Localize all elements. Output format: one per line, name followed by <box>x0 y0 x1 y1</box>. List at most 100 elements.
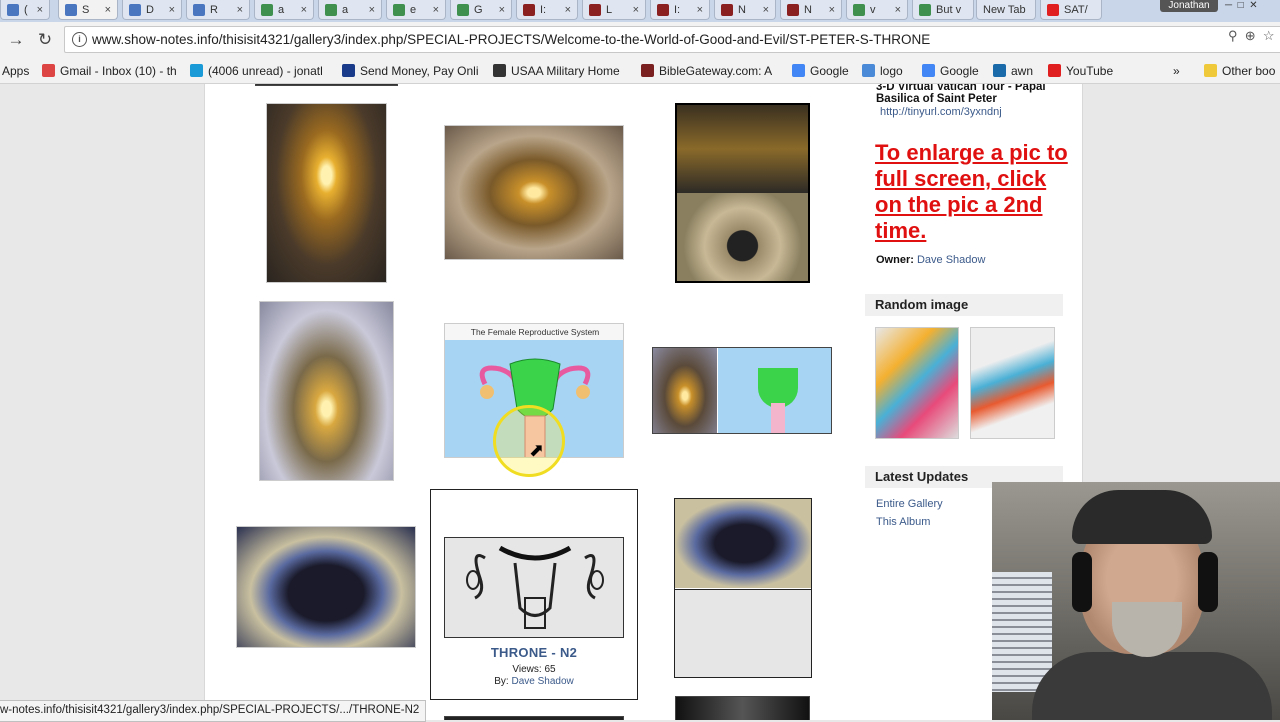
tab-3[interactable]: R × <box>186 0 250 20</box>
item-owner: By: Dave Shadow <box>431 676 637 687</box>
tab-close-icon[interactable]: × <box>369 4 375 16</box>
tab-8[interactable]: I: × <box>516 0 578 20</box>
tab-label: v <box>870 3 876 16</box>
address-bar[interactable]: i www.show-notes.info/thisisit4321/galle… <box>64 26 1280 53</box>
favicon-icon <box>261 3 273 16</box>
tab-6[interactable]: e × <box>386 0 446 20</box>
bookmark-10[interactable]: YouTube <box>1048 62 1113 79</box>
latest-update-this-album[interactable]: This Album <box>876 516 930 528</box>
bookmark-1[interactable]: Gmail - Inbox (10) - th <box>42 62 177 79</box>
random-image-thumbnail[interactable] <box>970 327 1055 439</box>
tab-label: G <box>474 3 483 16</box>
favicon-icon <box>325 3 337 16</box>
tour-link[interactable]: http://tinyurl.com/3yxndnj <box>880 106 1002 118</box>
tab-4[interactable]: a × <box>254 0 314 20</box>
tab-15[interactable]: New Tab <box>976 0 1036 20</box>
tab-close-icon[interactable]: × <box>301 4 307 16</box>
tab-strip: (× S × D × R × a × a × e × G × I: × L × I: × N × N × v × But v New T… <box>0 0 1280 22</box>
bookmark-label: BibleGateway.com: A <box>659 63 773 78</box>
bookmark-5[interactable]: BibleGateway.com: A <box>641 62 772 79</box>
tab-11[interactable]: N × <box>714 0 776 20</box>
favicon-icon <box>65 3 77 16</box>
tab-close-icon[interactable]: × <box>895 4 901 16</box>
reload-icon[interactable]: ↻ <box>35 30 55 50</box>
gallery-thumbnail-sheep[interactable] <box>675 103 810 283</box>
bookmark-6[interactable]: Google <box>792 62 849 79</box>
gallery-thumbnail[interactable] <box>255 84 398 86</box>
tab-label: ( <box>24 3 28 16</box>
tab-2[interactable]: D × <box>122 0 182 20</box>
bookmark-2[interactable]: (4006 unread) - jonatl <box>190 62 323 79</box>
tab-close-icon[interactable]: × <box>633 4 639 16</box>
url-text[interactable]: www.show-notes.info/thisisit4321/gallery… <box>92 32 930 47</box>
gallery-thumbnail[interactable] <box>444 716 624 720</box>
bookmark-0[interactable]: Apps <box>2 62 29 79</box>
other-bookmarks-folder[interactable]: Other boo <box>1204 62 1275 79</box>
random-image-thumbnail[interactable] <box>875 327 959 439</box>
tab-close-icon[interactable]: × <box>433 4 439 16</box>
throne-n2-thumbnail[interactable] <box>444 537 624 638</box>
favicon-icon <box>129 3 141 16</box>
window-blinds <box>992 572 1052 692</box>
more-bookmarks-label: » <box>1173 63 1180 78</box>
gallery-thumbnail[interactable] <box>259 301 394 481</box>
tab-close-icon[interactable]: × <box>37 4 43 16</box>
forward-icon[interactable]: → <box>6 30 26 50</box>
bookmark-4[interactable]: USAA Military Home <box>493 62 620 79</box>
google-icon <box>792 64 805 77</box>
bookmark-label: Apps <box>2 63 30 78</box>
gallery-thumbnail[interactable] <box>236 526 416 648</box>
tab-12[interactable]: N × <box>780 0 842 20</box>
gallery-thumbnail[interactable] <box>675 696 810 720</box>
tab-close-icon[interactable]: × <box>763 4 769 16</box>
enlarge-instruction[interactable]: To enlarge a pic to full screen, click o… <box>875 140 1075 244</box>
tab-close-icon[interactable]: × <box>697 4 703 16</box>
tab-13[interactable]: v × <box>846 0 908 20</box>
tab-0[interactable]: (× <box>0 0 50 20</box>
more-bookmarks-button[interactable]: » <box>1173 62 1180 79</box>
browser-toolbar: → ↻ i www.show-notes.info/thisisit4321/g… <box>0 22 1280 58</box>
gallery-thumbnail-combo2[interactable] <box>674 498 812 678</box>
tab-close-icon[interactable]: × <box>105 4 111 16</box>
translate-icon[interactable]: ⚲ <box>1228 28 1238 43</box>
tab-16[interactable]: SAT/ <box>1040 0 1102 20</box>
gallery-thumbnail[interactable] <box>444 125 624 260</box>
tab-close-icon[interactable]: × <box>499 4 505 16</box>
tab-close-icon[interactable]: × <box>169 4 175 16</box>
site-info-icon[interactable]: i <box>72 32 87 47</box>
paypal-icon <box>342 64 355 77</box>
bookmark-3[interactable]: Send Money, Pay Onli <box>342 62 479 79</box>
tab-1[interactable]: S × <box>58 0 118 20</box>
tab-label: N <box>804 3 812 16</box>
tab-14[interactable]: But v <box>912 0 974 20</box>
latest-update-entire-gallery[interactable]: Entire Gallery <box>876 498 943 510</box>
tab-label: S <box>82 3 90 16</box>
tab-7[interactable]: G × <box>450 0 512 20</box>
bookmark-label: Google <box>940 63 979 78</box>
logo-icon <box>862 64 875 77</box>
bookmark-9[interactable]: awn <box>993 62 1033 79</box>
tab-close-icon[interactable]: × <box>565 4 571 16</box>
gallery-thumbnail[interactable] <box>266 103 387 283</box>
item-title[interactable]: THRONE - N2 <box>431 645 637 660</box>
bookmark-star-icon[interactable]: ☆ <box>1263 28 1275 43</box>
bookmark-7[interactable]: logo <box>862 62 903 79</box>
tab-9[interactable]: L × <box>582 0 646 20</box>
bookmark-label: Google <box>810 63 849 78</box>
tab-10[interactable]: I: × <box>650 0 710 20</box>
window-controls[interactable]: ─ □ ✕ <box>1225 0 1258 11</box>
owner-link[interactable]: Dave Shadow <box>511 676 573 687</box>
owner-name-link[interactable]: Dave Shadow <box>917 254 986 266</box>
selected-gallery-item[interactable]: THRONE - N2 Views: 65 By: Dave Shadow <box>430 489 638 700</box>
tab-label: SAT/ <box>1064 3 1088 16</box>
profile-button[interactable]: Jonathan <box>1160 0 1218 12</box>
zoom-icon[interactable]: ⊕ <box>1245 28 1256 43</box>
tab-label: I: <box>674 3 681 16</box>
tab-5[interactable]: a × <box>318 0 382 20</box>
tab-label: R <box>210 3 218 16</box>
tab-close-icon[interactable]: × <box>829 4 835 16</box>
omnibox-icons[interactable]: ⚲ ⊕ ☆ <box>1228 28 1275 44</box>
bookmark-8[interactable]: Google <box>922 62 979 79</box>
tab-close-icon[interactable]: × <box>237 4 243 16</box>
gallery-thumbnail-combo[interactable] <box>652 347 832 434</box>
